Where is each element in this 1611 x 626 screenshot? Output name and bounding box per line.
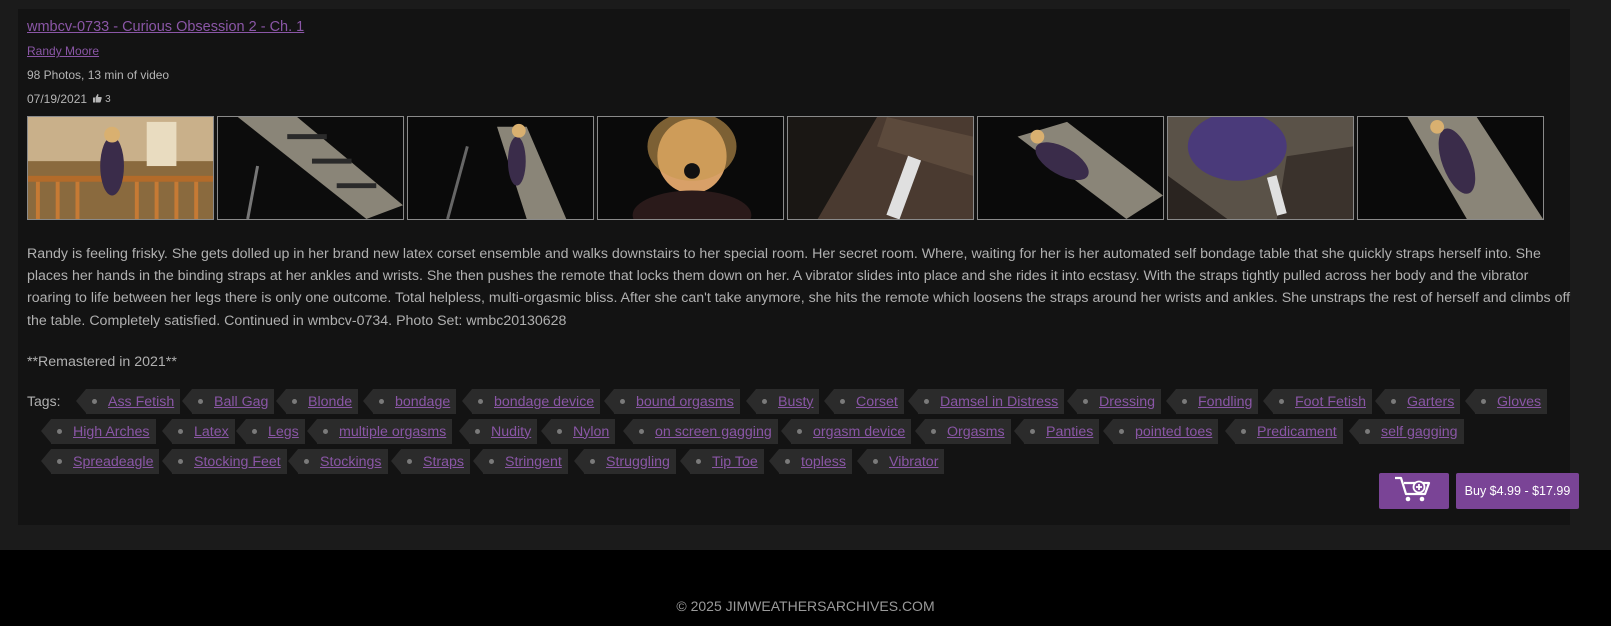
tag-link[interactable]: Damsel in Distress xyxy=(907,389,1065,414)
gallery-thumbnail[interactable] xyxy=(787,116,974,220)
tag-link[interactable]: Spreadeagle xyxy=(40,449,160,474)
tag-label: Tip Toe xyxy=(712,453,758,470)
tag-label: Garters xyxy=(1407,393,1455,410)
author-link[interactable]: Randy Moore xyxy=(27,44,99,58)
tag-label: bondage xyxy=(395,393,451,410)
tag-label: Ass Fetish xyxy=(108,393,175,410)
tag-link[interactable]: Stringent xyxy=(473,449,568,474)
tag-link[interactable]: Blonde xyxy=(275,389,359,414)
tag-label: Vibrator xyxy=(889,453,939,470)
tag-label: multiple orgasms xyxy=(339,423,447,440)
add-to-cart-button[interactable] xyxy=(1379,473,1449,509)
tag-label: on screen gagging xyxy=(655,423,772,440)
tag-link[interactable]: Orgasms xyxy=(915,419,1011,444)
tag-link[interactable]: High Arches xyxy=(41,419,156,444)
release-date: 07/19/2021 xyxy=(27,92,88,106)
gallery-thumbnail[interactable] xyxy=(1357,116,1544,220)
tag-link[interactable]: Fondling xyxy=(1165,389,1259,414)
tag-link[interactable]: Predicament xyxy=(1225,419,1343,444)
add-to-cart-icon xyxy=(1393,475,1435,508)
tag-label: Predicament xyxy=(1257,423,1337,440)
tag-label: Blonde xyxy=(308,393,353,410)
tag-label: Gloves xyxy=(1497,393,1542,410)
tag-link[interactable]: self gagging xyxy=(1349,419,1464,444)
tag-label: Struggling xyxy=(606,453,670,470)
tag-link[interactable]: pointed toes xyxy=(1102,419,1219,444)
scene-card: wmbcv-0733 - Curious Obsession 2 - Ch. 1… xyxy=(18,9,1570,525)
tag-label: Busty xyxy=(778,393,814,410)
gallery-thumbnail[interactable] xyxy=(407,116,594,220)
buy-button[interactable]: Buy $4.99 - $17.99 xyxy=(1456,473,1579,509)
tag-label: Panties xyxy=(1046,423,1094,440)
tag-link[interactable]: bondage device xyxy=(461,389,601,414)
tag-link[interactable]: Foot Fetish xyxy=(1263,389,1372,414)
tag-link[interactable]: Stockings xyxy=(288,449,388,474)
tag-label: Corset xyxy=(856,393,898,410)
tag-link[interactable]: on screen gagging xyxy=(623,419,778,444)
tag-label: Stringent xyxy=(505,453,562,470)
tag-label: Stocking Feet xyxy=(194,453,281,470)
tag-label: Nylon xyxy=(573,423,610,440)
tag-link[interactable]: Garters xyxy=(1374,389,1461,414)
scene-meta: 07/19/2021 3 xyxy=(27,92,111,106)
tag-label: Damsel in Distress xyxy=(940,393,1059,410)
scene-stats: 98 Photos, 13 min of video xyxy=(27,68,170,82)
gallery-thumbnail[interactable] xyxy=(597,116,784,220)
tag-link[interactable]: Straps xyxy=(390,449,471,474)
thumbs-up-icon[interactable] xyxy=(92,92,102,106)
tag-label: Foot Fetish xyxy=(1295,393,1366,410)
tag-link[interactable]: Ball Gag xyxy=(181,389,275,414)
tag-link[interactable]: Panties xyxy=(1013,419,1100,444)
tag-label: Dressing xyxy=(1099,393,1155,410)
page: wmbcv-0733 - Curious Obsession 2 - Ch. 1… xyxy=(0,0,1611,626)
tag-link[interactable]: Vibrator xyxy=(856,449,945,474)
tag-label: orgasm device xyxy=(813,423,906,440)
scene-description: Randy is feeling frisky. She gets dolled… xyxy=(27,246,1571,329)
tag-link[interactable]: bound orgasms xyxy=(604,389,740,414)
tag-label: Ball Gag xyxy=(214,393,269,410)
tag-link[interactable]: Ass Fetish xyxy=(75,389,181,414)
tag-link[interactable]: Nylon xyxy=(540,419,616,444)
tag-link[interactable]: Struggling xyxy=(574,449,676,474)
tag-label: topless xyxy=(801,453,846,470)
tag-label: Stockings xyxy=(320,453,382,470)
tag-label: Straps xyxy=(423,453,465,470)
gallery-thumbnail[interactable] xyxy=(217,116,404,220)
tag-label: pointed toes xyxy=(1135,423,1213,440)
tag-link[interactable]: orgasm device xyxy=(780,419,912,444)
tag-link[interactable]: Latex xyxy=(162,419,235,444)
tag-label: Legs xyxy=(268,423,299,440)
remaster-note: **Remastered in 2021** xyxy=(27,354,177,370)
tag-link[interactable]: topless xyxy=(769,449,852,474)
tag-label: High Arches xyxy=(73,423,150,440)
tag-link[interactable]: Gloves xyxy=(1464,389,1548,414)
gallery-thumbnail[interactable] xyxy=(977,116,1164,220)
like-count: 3 xyxy=(105,93,111,105)
tag-label: Spreadeagle xyxy=(73,453,154,470)
tag-label: bound orgasms xyxy=(636,393,734,410)
scene-title-link[interactable]: wmbcv-0733 - Curious Obsession 2 - Ch. 1 xyxy=(27,19,304,35)
tag-label: Nudity xyxy=(491,423,532,440)
tag-label: Orgasms xyxy=(947,423,1005,440)
tag-link[interactable]: Busty xyxy=(745,389,820,414)
footer-copyright: © 2025 JIMWEATHERSARCHIVES.COM xyxy=(676,598,935,614)
tag-link[interactable]: Nudity xyxy=(458,419,538,444)
tag-label: self gagging xyxy=(1381,423,1458,440)
tag-link[interactable]: Stocking Feet xyxy=(162,449,287,474)
gallery-thumbnail[interactable] xyxy=(27,116,214,220)
tag-link[interactable]: Dressing xyxy=(1067,389,1161,414)
tag-link[interactable]: multiple orgasms xyxy=(306,419,453,444)
tag-link[interactable]: Legs xyxy=(236,419,305,444)
tag-label: bondage device xyxy=(494,393,595,410)
tag-link[interactable]: bondage xyxy=(362,389,457,414)
tag-link[interactable]: Tip Toe xyxy=(680,449,764,474)
tag-link[interactable]: Corset xyxy=(824,389,904,414)
tag-label: Latex xyxy=(194,423,229,440)
tag-label: Fondling xyxy=(1198,393,1253,410)
photo-gallery xyxy=(27,116,1572,222)
tags-label: Tags: xyxy=(27,393,61,409)
gallery-thumbnail[interactable] xyxy=(1167,116,1354,220)
